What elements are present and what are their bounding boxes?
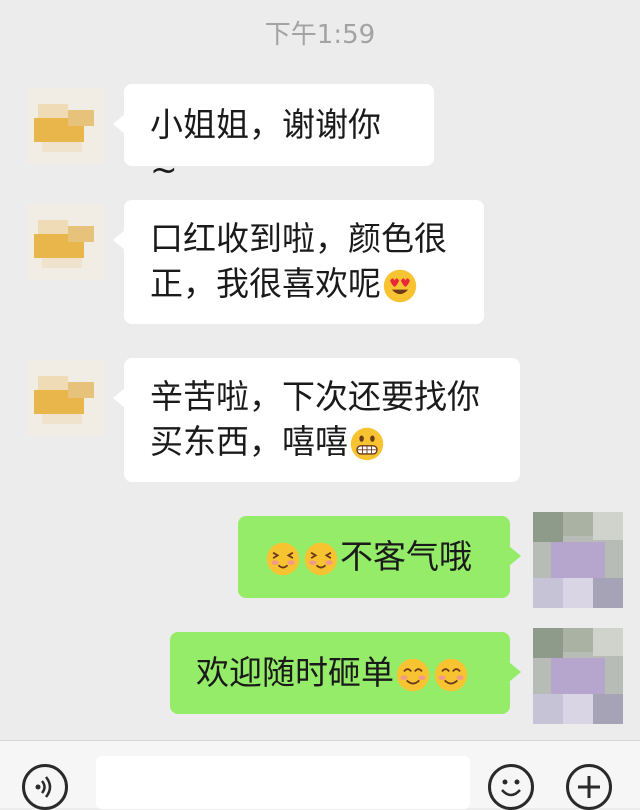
shy-face-emoji-icon <box>266 542 300 575</box>
message-bubble[interactable]: 小姐姐，谢谢你~ <box>113 84 434 189</box>
bubble-tail <box>509 662 521 682</box>
bubble-tail <box>113 388 125 408</box>
message-text-line: 口红收到啦，颜色很 <box>150 219 447 258</box>
emoji-icon <box>501 779 521 797</box>
shy-face-emoji-icon <box>304 542 338 575</box>
emoji-button[interactable] <box>488 764 534 810</box>
my-avatar[interactable] <box>533 512 623 608</box>
contact-avatar[interactable] <box>28 204 104 280</box>
voice-icon <box>35 776 52 798</box>
message-text: 不客气哦 <box>340 537 472 576</box>
bubble-tail <box>509 546 521 566</box>
voice-input-button[interactable] <box>22 764 68 810</box>
message-bubble[interactable]: 口红收到啦，颜色很 正，我很喜欢呢 <box>113 200 484 324</box>
message-bubble[interactable]: 欢迎随时砸单 <box>170 632 521 714</box>
smile-emoji-icon <box>434 658 468 691</box>
more-functions-button[interactable] <box>566 764 612 810</box>
contact-avatar[interactable] <box>28 88 104 164</box>
message-text: 欢迎随时砸单 <box>196 653 394 692</box>
message-text-line: 正，我很喜欢呢 <box>150 261 458 306</box>
contact-avatar[interactable] <box>28 360 104 436</box>
message-timestamp: 下午1:59 <box>264 20 376 50</box>
heart-eyes-emoji-icon <box>383 269 417 302</box>
smile-emoji-icon <box>396 658 430 691</box>
my-avatar[interactable] <box>533 628 623 724</box>
plus-icon <box>578 776 600 798</box>
message-text-line: 买东西，嘻嘻 <box>150 419 494 464</box>
grimace-emoji-icon <box>350 427 384 460</box>
message-input[interactable] <box>96 756 470 809</box>
message-bubble[interactable]: 辛苦啦，下次还要找你 买东西，嘻嘻 <box>113 358 520 482</box>
message-text-line: 辛苦啦，下次还要找你 <box>150 377 480 416</box>
bubble-tail <box>113 114 125 134</box>
message-bubble[interactable]: 不客气哦 <box>238 516 521 598</box>
message-text: 小姐姐，谢谢你~ <box>150 105 381 189</box>
bubble-tail <box>113 230 125 250</box>
